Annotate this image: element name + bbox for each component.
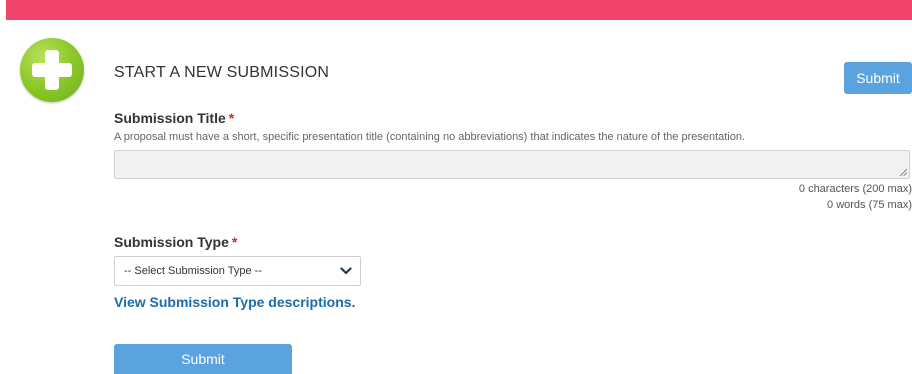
submit-button-top[interactable]: Submit <box>844 62 912 94</box>
plus-circle-icon <box>20 38 84 102</box>
submission-type-selected: -- Select Submission Type -- <box>124 265 262 277</box>
submission-type-label-text: Submission Type <box>114 234 229 250</box>
character-counter: 0 characters (200 max) <box>798 183 912 195</box>
submission-type-label: Submission Type * <box>114 234 237 250</box>
accent-top-bar <box>6 0 912 20</box>
submission-title-input[interactable] <box>114 150 910 179</box>
view-submission-type-descriptions-link[interactable]: View Submission Type descriptions. <box>114 294 355 310</box>
submission-type-select[interactable]: -- Select Submission Type -- <box>114 256 361 286</box>
submission-title-label: Submission Title * <box>114 110 234 126</box>
page-title: START A NEW SUBMISSION <box>114 64 330 81</box>
required-mark: * <box>231 234 238 250</box>
submission-title-help: A proposal must have a short, specific p… <box>114 131 746 143</box>
submission-title-label-text: Submission Title <box>114 110 226 126</box>
required-mark: * <box>228 110 235 126</box>
chevron-down-icon <box>340 267 352 275</box>
word-counter: 0 words (75 max) <box>827 199 912 211</box>
resize-grip-icon[interactable] <box>899 168 907 176</box>
